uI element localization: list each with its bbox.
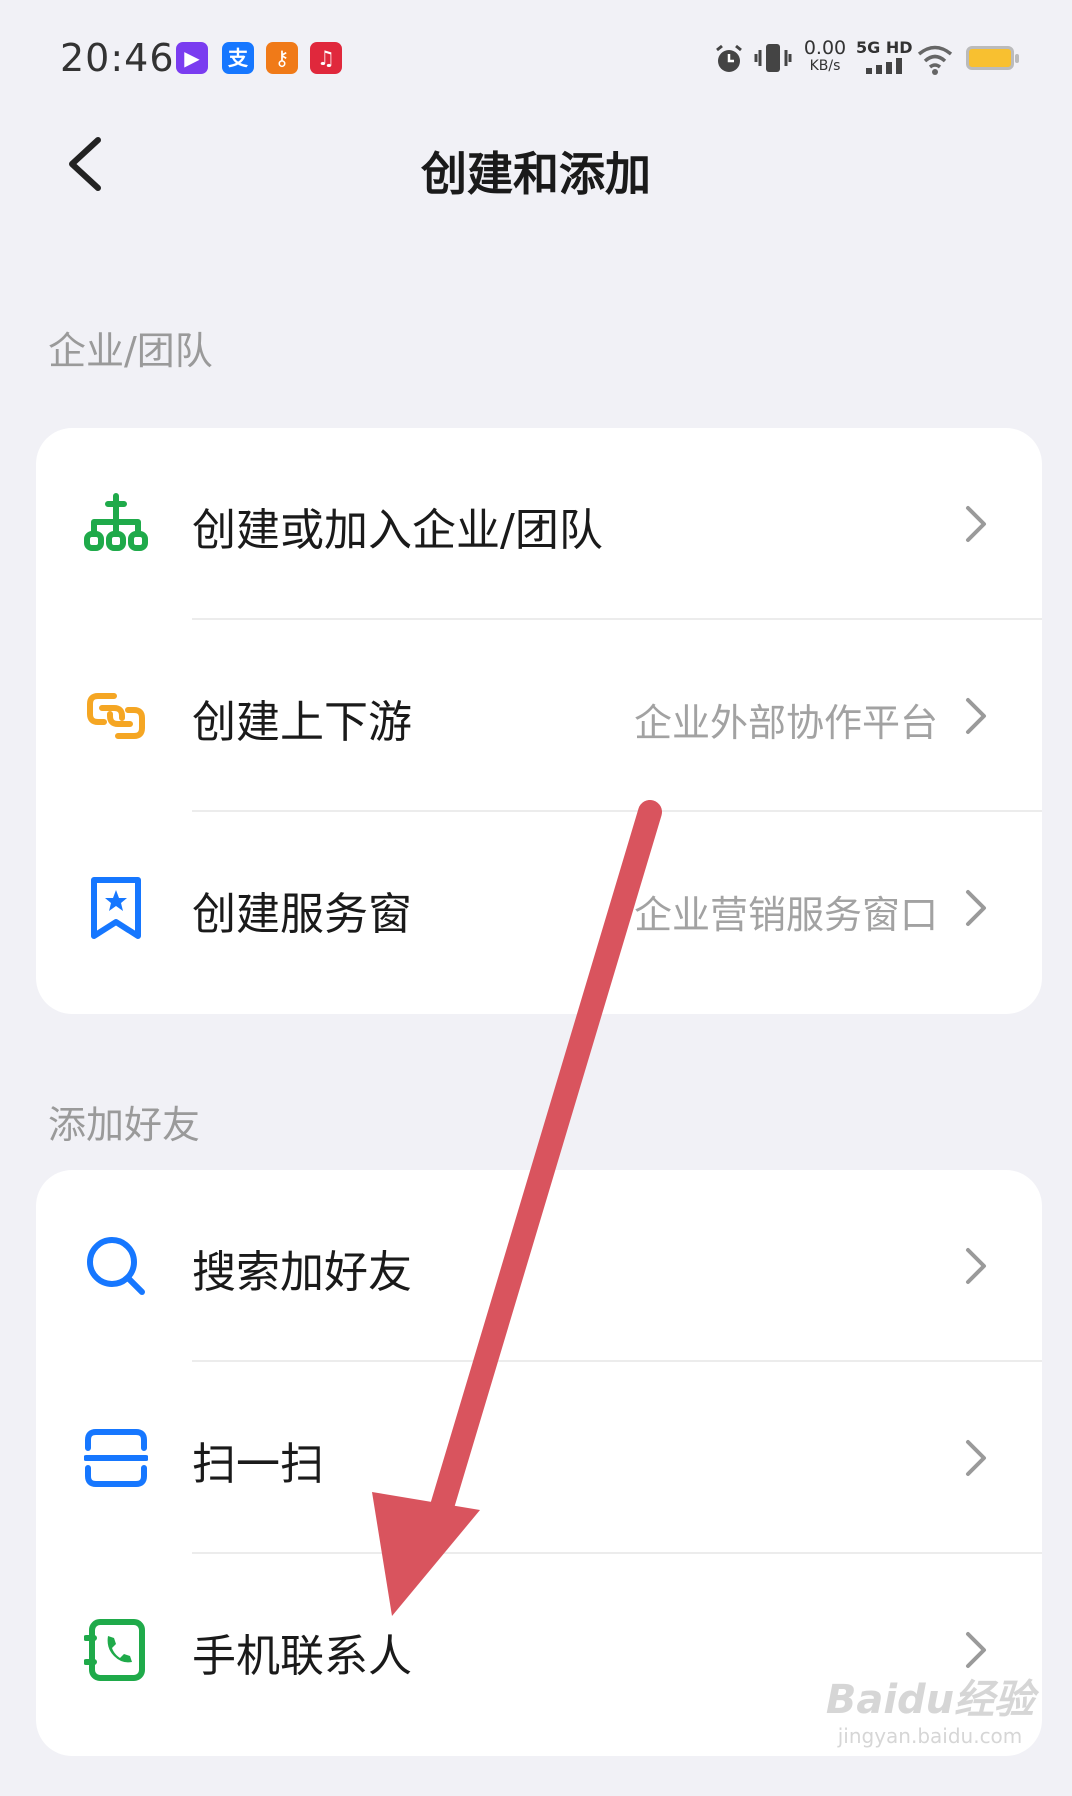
create-service-window-row[interactable]: 创建服务窗 企业营销服务窗口 (36, 812, 1042, 1004)
baidu-jingyan-watermark: Baidu经验 jingyan.baidu.com (820, 1676, 1040, 1748)
create-join-enterprise-row[interactable]: 创建或加入企业/团队 (36, 428, 1042, 620)
row-label: 创建服务窗 (192, 889, 412, 940)
watermark-logo: Baidu经验 (825, 1677, 1035, 1723)
scan-row[interactable]: 扫一扫 (36, 1362, 1042, 1554)
row-label: 创建上下游 (192, 697, 412, 748)
add-friends-card: 搜索加好友 扫一扫 手机联系人 (36, 1170, 1042, 1756)
chevron-right-icon (966, 1632, 986, 1668)
link-icon (87, 693, 145, 739)
status-time: 20:46 (60, 36, 175, 80)
chevron-right-icon (966, 1440, 986, 1476)
vibrate-icon (754, 44, 792, 72)
network-type: 5G HD (856, 38, 913, 57)
row-label: 搜索加好友 (192, 1247, 412, 1298)
page-title: 创建和添加 (421, 147, 651, 201)
row-subtitle: 企业外部协作平台 (633, 701, 938, 745)
music-app-icon: ♫ (310, 42, 342, 74)
row-label: 扫一扫 (192, 1439, 324, 1490)
alipay-icon: 支 (222, 42, 254, 74)
battery-icon (966, 46, 1019, 70)
net-speed: 0.00 KB/s (802, 38, 848, 74)
chevron-right-icon (966, 1248, 986, 1284)
search-add-friend-row[interactable]: 搜索加好友 (36, 1170, 1042, 1362)
signal-icon (866, 58, 902, 74)
net-speed-unit: KB/s (809, 58, 841, 74)
scan-icon (84, 1429, 148, 1487)
status-bar: 20:46 ▶ 支 ⚷ ♫ 0.00 KB/s 5G HD (0, 0, 1072, 120)
chevron-right-icon (966, 890, 986, 926)
create-upstream-downstream-row[interactable]: 创建上下游 企业外部协作平台 (36, 620, 1042, 812)
org-tree-icon (84, 493, 148, 551)
alarm-icon (716, 44, 742, 72)
wifi-icon (917, 45, 953, 75)
chevron-right-icon (966, 698, 986, 734)
video-app-icon: ▶ (176, 42, 208, 74)
row-label: 创建或加入企业/团队 (192, 505, 603, 556)
chevron-right-icon (966, 506, 986, 542)
row-label: 手机联系人 (192, 1631, 412, 1682)
row-subtitle: 企业营销服务窗口 (633, 893, 938, 937)
enterprise-card: 创建或加入企业/团队 创建上下游 企业外部协作平台 创建服务窗 企业营销服务窗口 (36, 428, 1042, 1014)
key-app-icon: ⚷ (266, 42, 298, 74)
phone-contact-icon (84, 1619, 145, 1681)
search-icon (87, 1237, 145, 1295)
net-speed-value: 0.00 (803, 37, 847, 59)
watermark-url: jingyan.baidu.com (837, 1724, 1023, 1748)
bookmark-star-icon (91, 877, 141, 939)
section-label-add-friends: 添加好友 (48, 1103, 201, 1147)
section-label-enterprise: 企业/团队 (48, 329, 213, 373)
